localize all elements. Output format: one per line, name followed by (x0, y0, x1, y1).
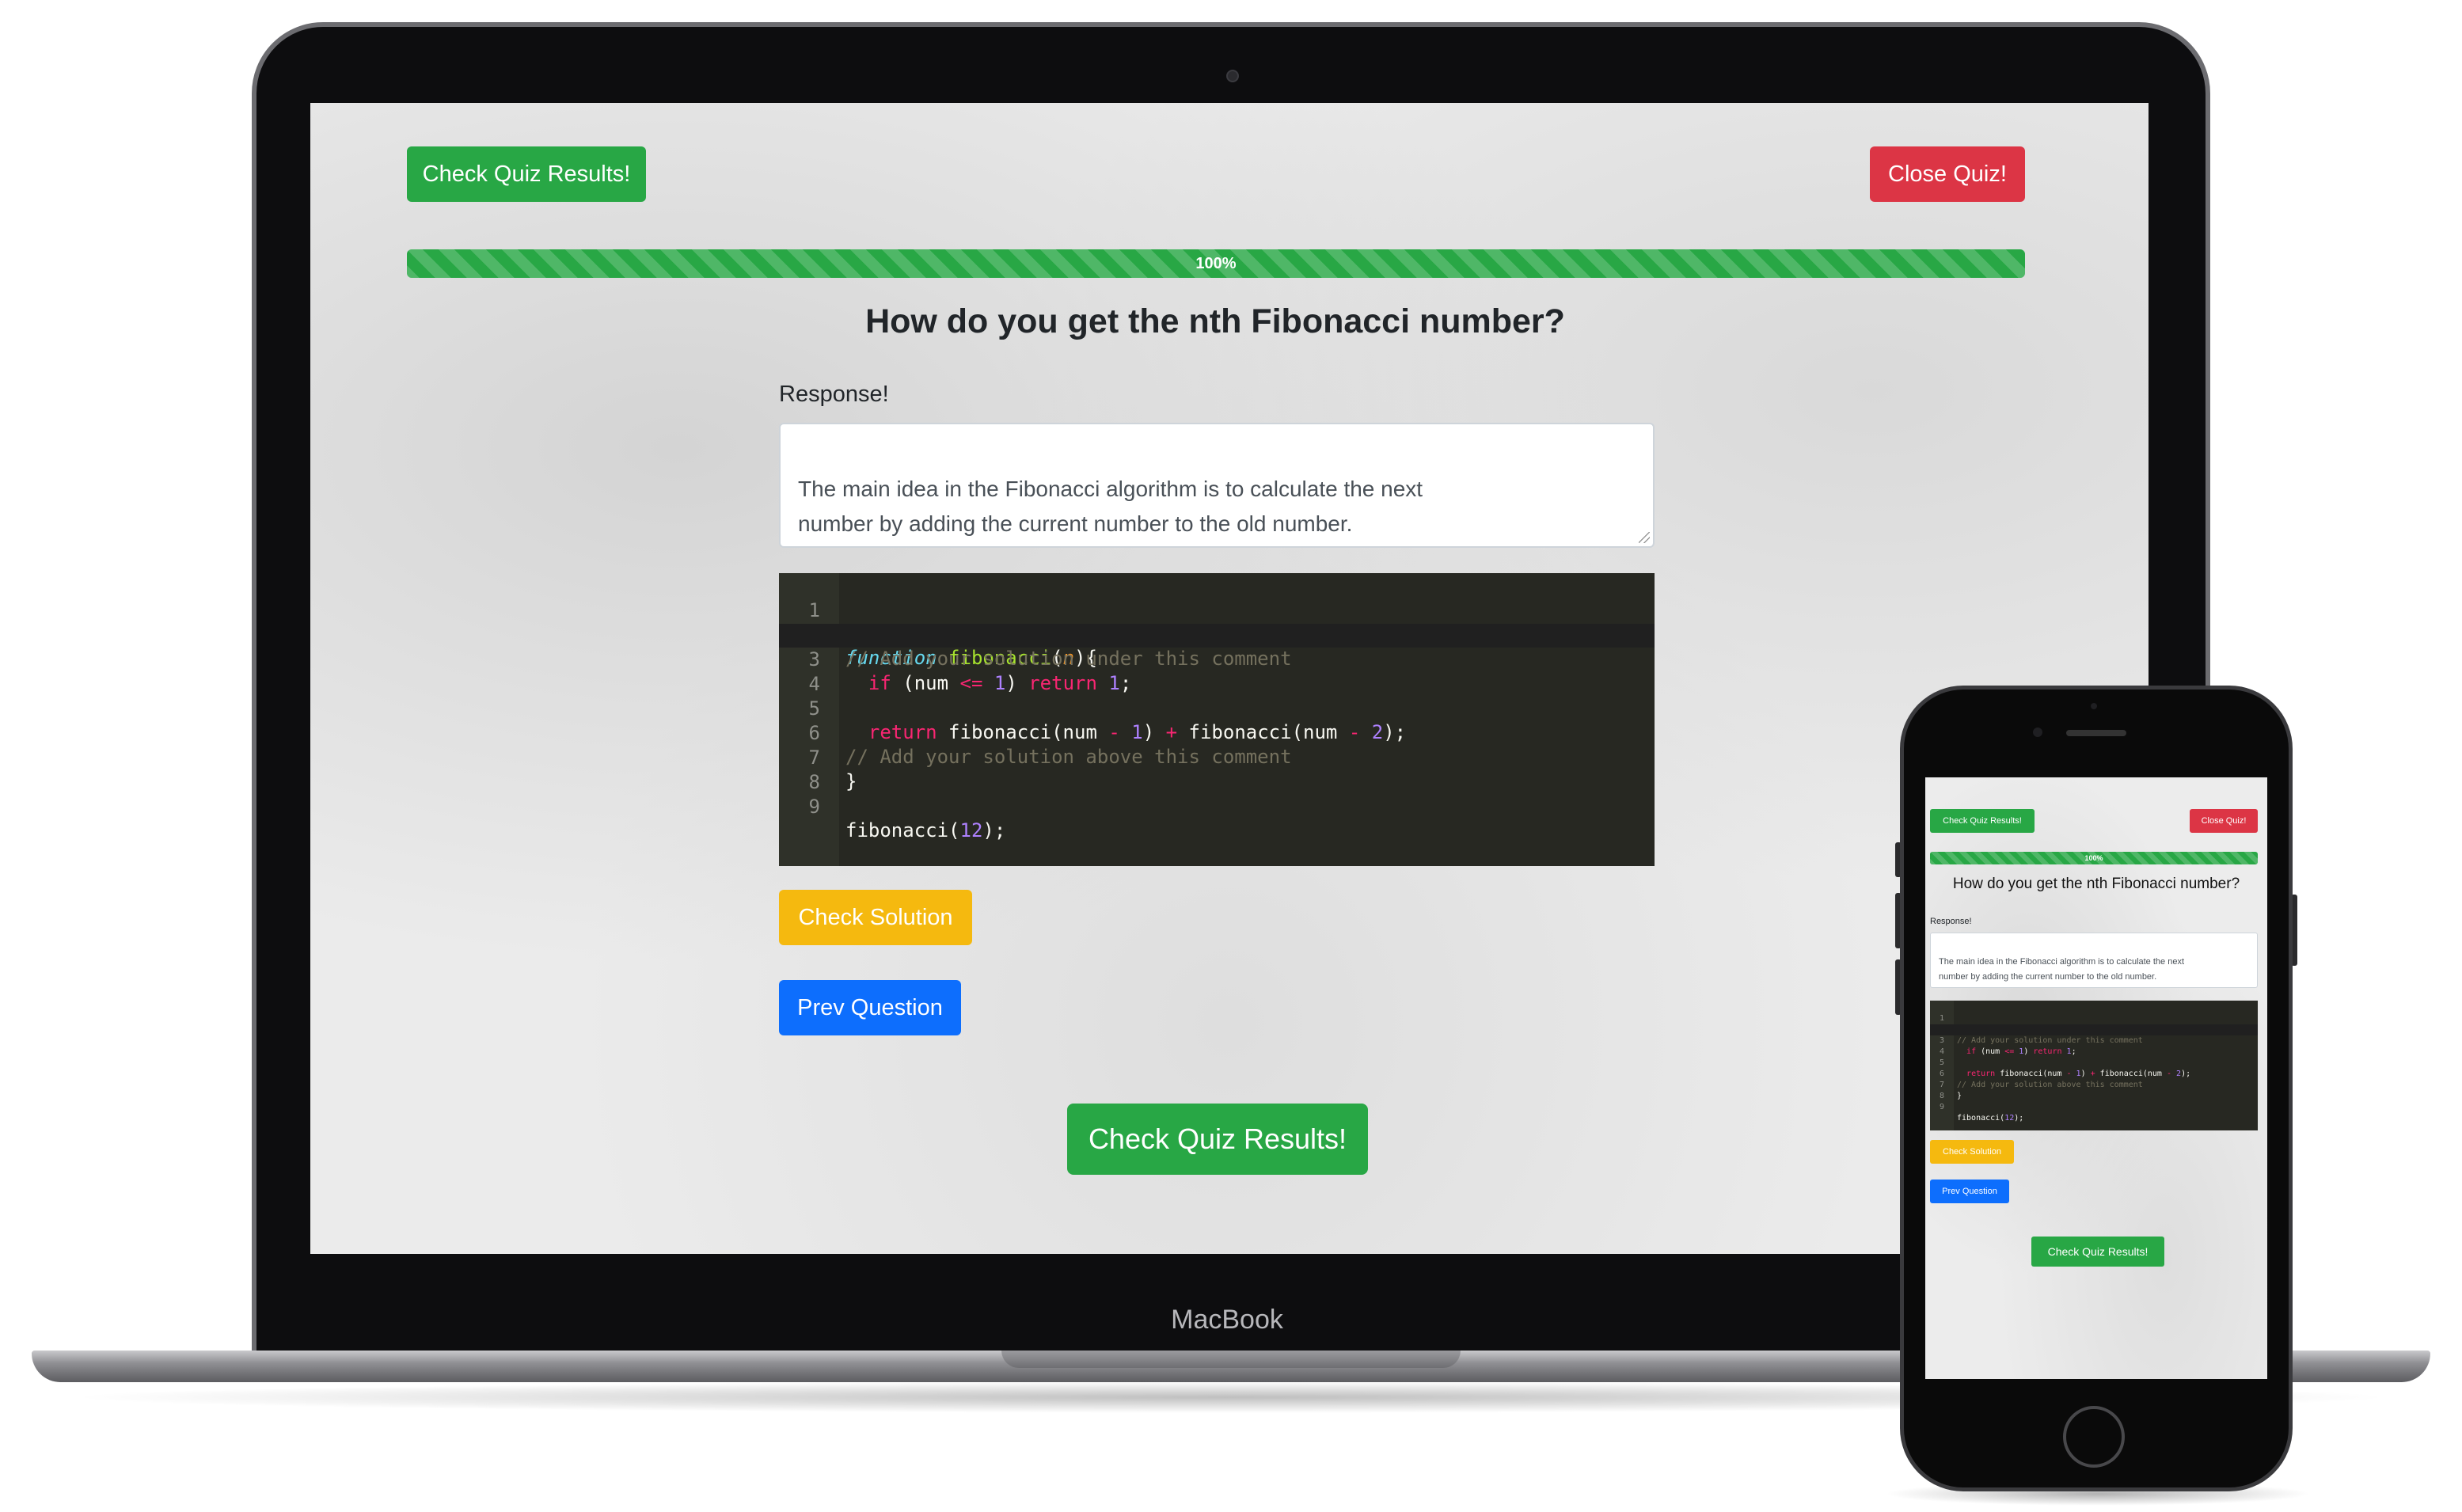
phone-code-line: 6 // Add your solution above this commen… (1939, 1069, 2143, 1089)
phone-code-line: 2 // Add your solution under this commen… (1940, 1025, 2143, 1045)
laptop-brand-label: MacBook (1171, 1305, 1283, 1335)
phone-check-quiz-results-big-button[interactable]: Check Quiz Results! (2031, 1237, 2164, 1267)
response-label: Response! (779, 382, 889, 407)
phone-code-line: 1 function fibonacci(n){ (1939, 1014, 2062, 1034)
phone-check-solution-button[interactable]: Check Solution (1930, 1140, 2014, 1164)
phone-quiz-progress-bar: 100% (1930, 852, 2258, 864)
prev-question-button[interactable]: Prev Question (779, 980, 961, 1035)
phone-check-quiz-results-button[interactable]: Check Quiz Results! (1930, 809, 2035, 833)
code-line: 4 (808, 673, 820, 695)
phone-close-quiz-button[interactable]: Close Quiz! (2190, 809, 2258, 833)
phone-code-line: 5 return fibonacci(num - 1) + fibonacci(… (1939, 1058, 2191, 1078)
phone-code-line: 9 fibonacci(12); (1939, 1103, 2024, 1123)
phone-response-label: Response! (1930, 917, 1972, 926)
quiz-progress: 100% (407, 249, 2025, 278)
phone-screen: Check Quiz Results! Close Quiz! 100% How… (1925, 777, 2267, 1379)
laptop-camera-icon (1226, 70, 1239, 82)
check-quiz-results-big-button[interactable]: Check Quiz Results! (1067, 1104, 1368, 1175)
code-line: 5 return fibonacci(num - 1) + fibonacci(… (808, 697, 1407, 743)
code-line-active: 3 if (num <= 1) return 1; (779, 624, 1655, 694)
code-editor[interactable]: 1 ▾ function fibonacci(n){ 2 // Add your… (779, 573, 1655, 866)
phone-speaker (2066, 730, 2126, 736)
home-button-icon[interactable] (2063, 1406, 2125, 1468)
code-line: 8 (808, 771, 820, 793)
phone-code-line: 8 (1939, 1092, 1944, 1100)
phone-code-editor[interactable]: 1 function fibonacci(n){ 2 // Add your s… (1930, 1001, 2258, 1130)
laptop-screen: Check Quiz Results! Close Quiz! 100% How… (310, 103, 2149, 1254)
close-quiz-button[interactable]: Close Quiz! (1870, 146, 2025, 202)
resize-grip-icon[interactable] (1639, 532, 1650, 543)
phone-code-line-active: 3 if (num <= 1) return 1; (1930, 1024, 2258, 1056)
phone-prev-question-button[interactable]: Prev Question (1930, 1180, 2009, 1203)
check-solution-button[interactable]: Check Solution (779, 890, 972, 945)
phone-camera-icon (2033, 728, 2042, 737)
code-line: 2 // Add your solution under this commen… (809, 624, 1292, 670)
phone-code-line: 4 (1939, 1047, 1944, 1056)
phone-response-text: The main idea in the Fibonacci algorithm… (1939, 957, 2184, 982)
check-quiz-results-button[interactable]: Check Quiz Results! (407, 146, 646, 202)
response-textarea[interactable]: The main idea in the Fibonacci algorithm… (779, 423, 1655, 548)
phone-code-line: 7 } (1939, 1081, 1962, 1100)
laptop-hinge-notch (1001, 1351, 1461, 1368)
code-line: 9 fibonacci(12); (808, 796, 1006, 841)
code-line: 6 // Add your solution above this commen… (808, 722, 1292, 768)
code-line: 1 ▾ function fibonacci(n){ (808, 599, 1097, 669)
response-text: The main idea in the Fibonacci algorithm… (798, 477, 1423, 536)
phone-question-title: How do you get the nth Fibonacci number? (1952, 876, 2240, 892)
quiz-progress-bar: 100% (407, 249, 2025, 278)
phone-quiz-progress: 100% (1930, 852, 2258, 864)
phone-sensor-icon (2091, 703, 2097, 709)
phone-response-textarea[interactable]: The main idea in the Fibonacci algorithm… (1930, 933, 2258, 988)
code-line: 7 } (808, 747, 857, 792)
question-title: How do you get the nth Fibonacci number? (865, 302, 1565, 340)
